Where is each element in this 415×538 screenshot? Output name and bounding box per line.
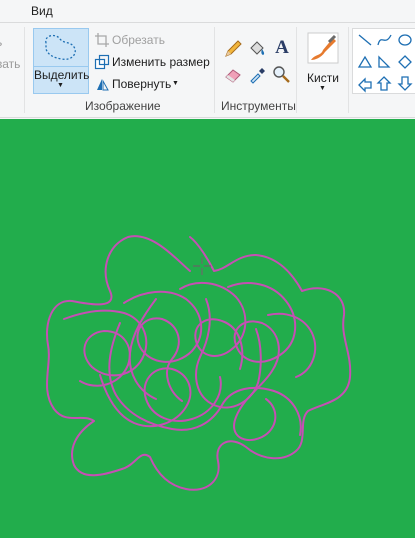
- resize-button-label: Изменить размер: [112, 55, 210, 69]
- line-shape-icon: [358, 34, 372, 46]
- crop-icon: [95, 33, 109, 47]
- curve-shape-icon: [377, 34, 392, 46]
- chevron-down-icon: ▼: [172, 80, 179, 87]
- free-form-select-icon: [45, 34, 76, 60]
- image-group-label: Изображение: [85, 99, 161, 113]
- diamond-shape-icon: [398, 55, 412, 69]
- chevron-down-icon[interactable]: ▼: [57, 82, 64, 89]
- resize-icon: [94, 54, 110, 70]
- fill-bucket-icon[interactable]: [246, 38, 268, 60]
- chevron-down-icon: ▼: [319, 85, 326, 92]
- left-arrow-shape-icon: [358, 77, 372, 93]
- crop-button-label: Обрезать: [112, 33, 165, 47]
- group-separator: [296, 27, 297, 113]
- select-button[interactable]: Выделить ▼: [33, 28, 89, 94]
- color-picker-icon[interactable]: [246, 63, 268, 85]
- shapes-gallery-icons: [357, 34, 413, 93]
- brushes-button[interactable]: Кисти ▼: [301, 28, 345, 94]
- brush-icon: [307, 32, 339, 64]
- text-tool-icon[interactable]: A: [271, 37, 293, 59]
- right-triangle-shape-icon: [378, 55, 391, 68]
- shapes-gallery[interactable]: [352, 28, 415, 94]
- group-separator: [24, 27, 25, 113]
- clipboard-partial-label-1[interactable]: ь: [0, 35, 2, 49]
- crosshair-cursor: [193, 257, 211, 275]
- magnifier-icon[interactable]: [270, 63, 292, 85]
- ribbon-tab-bar: Вид: [0, 0, 415, 22]
- group-separator: [348, 27, 349, 113]
- triangle-shape-icon: [357, 55, 373, 68]
- up-arrow-shape-icon: [376, 76, 392, 91]
- group-separator: [214, 27, 215, 113]
- select-button-label: Выделить: [34, 68, 90, 82]
- oval-shape-icon: [398, 34, 412, 46]
- drawing-canvas[interactable]: [0, 119, 415, 538]
- tab-view[interactable]: Вид: [5, 0, 79, 22]
- tools-group-label: Инструменты: [221, 99, 296, 113]
- canvas-drawing: [0, 119, 415, 538]
- pencil-icon[interactable]: [222, 38, 244, 60]
- down-arrow-shape-icon: [397, 76, 413, 91]
- clipboard-partial-label-2[interactable]: вать: [0, 57, 20, 71]
- rotate-button-label: Повернуть: [112, 77, 172, 91]
- brushes-label: Кисти: [307, 71, 339, 85]
- ribbon: ь вать Выделить ▼ Обрезать Изменить разм…: [0, 23, 415, 118]
- select-button-split: [34, 66, 88, 67]
- eraser-icon[interactable]: [222, 63, 244, 85]
- rotate-icon: [97, 79, 109, 91]
